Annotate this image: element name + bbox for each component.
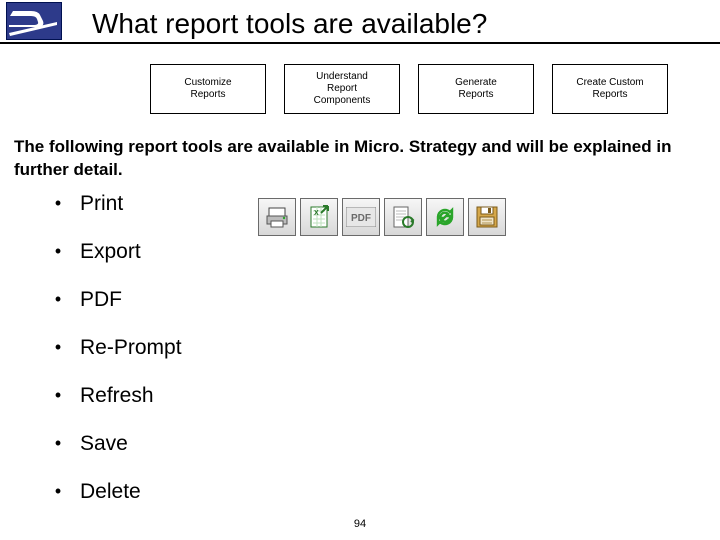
print-icon [264,204,290,230]
refresh-icon [432,204,458,230]
tool-label: Refresh [80,384,154,408]
save-button[interactable] [468,198,506,236]
save-icon [474,204,500,230]
list-item: • PDF [46,288,720,312]
tab-understand-components: Understand Report Components [284,64,400,114]
export-button[interactable]: X [300,198,338,236]
bullet: • [46,481,70,502]
tool-label: Delete [80,480,141,504]
list-item: • Refresh [46,384,720,408]
reprompt-button[interactable] [384,198,422,236]
page-title: What report tools are available? [92,8,720,40]
bullet: • [46,193,70,214]
slide-header: What report tools are available? [0,0,720,48]
tab-label: Create Custom Reports [576,77,643,101]
pdf-button[interactable]: PDF [342,198,380,236]
page-number: 94 [0,518,720,530]
usps-logo [6,2,62,40]
bullet: • [46,433,70,454]
reprompt-icon [390,204,416,230]
bullet: • [46,241,70,262]
tool-label: Export [80,240,141,264]
tool-label: PDF [80,288,122,312]
header-divider [0,42,720,44]
tool-label: Print [80,192,123,216]
svg-text:X: X [314,210,319,217]
list-item: • Delete [46,480,720,504]
bullet: • [46,337,70,358]
pdf-icon: PDF [346,207,376,227]
list-item: • Export [46,240,720,264]
tab-label: Understand Report Components [314,71,371,107]
list-item: • Save [46,432,720,456]
tab-generate-reports: Generate Reports [418,64,534,114]
tool-label: Save [80,432,128,456]
list-item: • Re-Prompt [46,336,720,360]
export-icon: X [306,204,332,230]
tab-label: Customize Reports [184,77,231,101]
intro-text: The following report tools are available… [14,136,706,182]
tab-customize-reports: Customize Reports [150,64,266,114]
section-tabs: Customize Reports Understand Report Comp… [150,64,720,114]
tools-list: •Print •Export •PDF •Re-Prompt •Refresh … [46,192,720,504]
svg-text:PDF: PDF [351,213,371,224]
report-toolbar: X PDF [258,198,506,236]
bullet: • [46,385,70,406]
bullet: • [46,289,70,310]
tab-create-custom-reports: Create Custom Reports [552,64,668,114]
tool-label: Re-Prompt [80,336,182,360]
refresh-button[interactable] [426,198,464,236]
tab-label: Generate Reports [455,77,497,101]
print-button[interactable] [258,198,296,236]
